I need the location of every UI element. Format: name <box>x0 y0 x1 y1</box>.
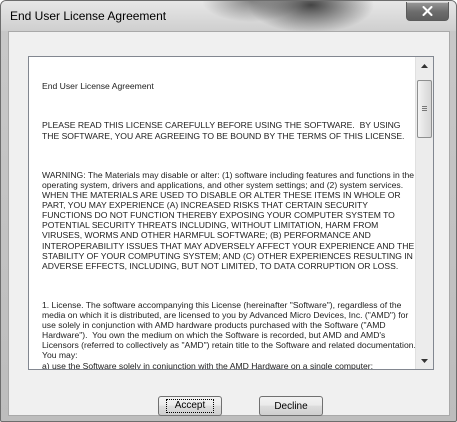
grip-icon <box>422 106 427 112</box>
scroll-up-button[interactable] <box>416 57 433 74</box>
dialog-body: End User License Agreement PLEASE READ T… <box>8 31 450 416</box>
scroll-down-button[interactable] <box>416 352 433 369</box>
decline-label: Decline <box>274 400 308 412</box>
close-x-icon <box>422 6 433 16</box>
title-bar[interactable]: End User License Agreement <box>1 1 456 31</box>
window-title: End User License Agreement <box>10 9 167 23</box>
license-paragraph: PLEASE READ THIS LICENSE CAREFULLY BEFOR… <box>42 120 405 141</box>
license-paragraph: WARNING: The Materials may disable or al… <box>42 169 415 271</box>
vertical-scrollbar[interactable] <box>415 57 433 369</box>
scroll-thumb[interactable] <box>417 80 432 138</box>
arrow-up-icon <box>421 63 428 68</box>
license-text-box[interactable]: End User License Agreement PLEASE READ T… <box>28 56 434 370</box>
accept-label: Accept <box>165 399 215 413</box>
license-paragraph: 1. License. The software accompanying th… <box>42 299 416 369</box>
decline-button[interactable]: Decline <box>259 396 323 416</box>
close-button[interactable] <box>406 2 449 21</box>
license-dialog: End User License Agreement End User Lice… <box>0 0 457 422</box>
arrow-down-icon <box>421 358 428 363</box>
license-text: End User License Agreement PLEASE READ T… <box>29 57 416 369</box>
license-heading: End User License Agreement <box>42 81 154 92</box>
accept-button[interactable]: Accept <box>158 396 222 416</box>
